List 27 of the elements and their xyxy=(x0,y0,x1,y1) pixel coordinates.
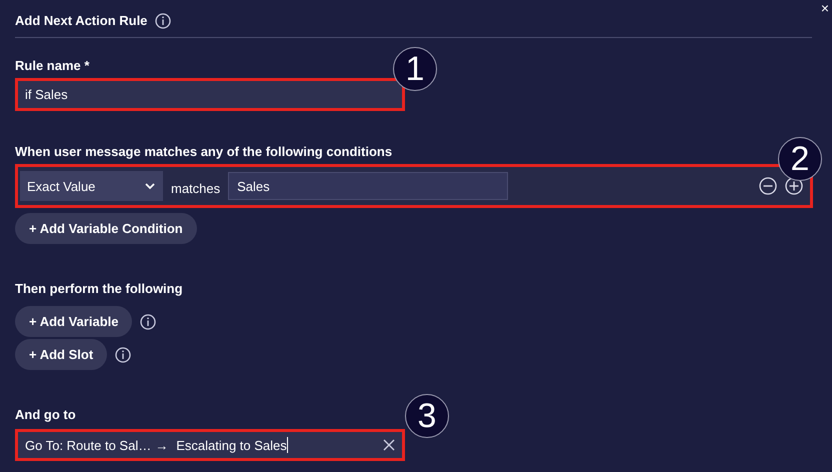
field-label: And go to xyxy=(15,407,76,422)
callout-number: 3 xyxy=(405,394,449,438)
add-button[interactable]: + Add Slot xyxy=(15,339,108,370)
close-button[interactable]: × xyxy=(820,1,829,15)
match-type-dropdown[interactable]: Exact Value xyxy=(20,171,163,201)
arrow-glyph: → xyxy=(155,438,168,452)
section-label: When user message matches any of the following conditions xyxy=(15,144,392,159)
add-button[interactable]: + Add Variable xyxy=(15,306,132,337)
section-label: Then perform the following xyxy=(15,281,183,296)
value-field[interactable]: Sales xyxy=(228,172,508,200)
dialog-title: Add Next Action Rule xyxy=(15,13,148,28)
operator-label: matches xyxy=(171,180,220,196)
callout-number: 2 xyxy=(778,137,822,181)
goto-field[interactable]: Go To: Route to Sal… → Escalating to Sales xyxy=(18,432,402,458)
field-label: Rule name * xyxy=(15,58,90,73)
clear-icon[interactable] xyxy=(383,439,395,451)
info-icon[interactable] xyxy=(115,346,132,362)
text-field[interactable]: if Sales xyxy=(18,81,402,108)
goto-value: Escalating to Sales xyxy=(176,438,287,452)
text-cursor xyxy=(286,437,288,453)
chevron-down-icon xyxy=(145,182,155,190)
goto-target: Go To: Route to Sal… xyxy=(25,438,152,452)
add-condition-button[interactable]: + Add Variable Condition xyxy=(15,213,197,244)
remove-icon[interactable] xyxy=(759,177,777,195)
info-icon[interactable] xyxy=(155,12,172,28)
info-icon[interactable] xyxy=(140,314,156,330)
callout-number: 1 xyxy=(393,47,437,91)
